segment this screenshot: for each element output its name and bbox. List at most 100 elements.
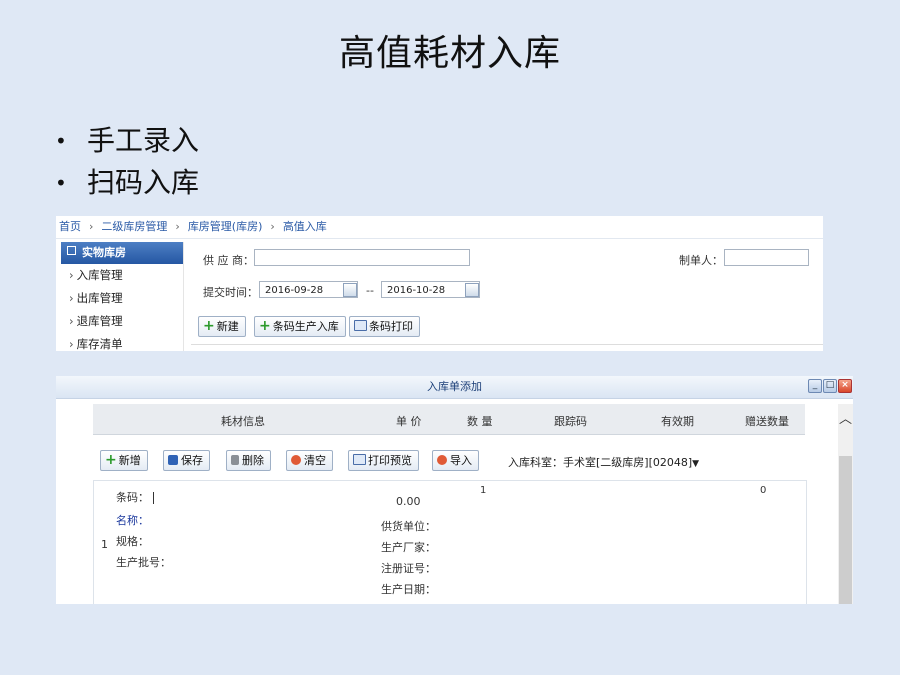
new-button[interactable]: + 新建 — [198, 316, 246, 337]
breadcrumb: 首页 › 二级库房管理 › 库房管理(库房) › 高值入库 — [56, 216, 823, 239]
gift-quantity-value[interactable]: 0 — [760, 485, 766, 496]
print-preview-button[interactable]: 打印预览 — [348, 450, 419, 471]
add-button-label: 新增 — [118, 454, 141, 467]
inbound-add-dialog-screenshot: 入库单添加 _ □ × 耗材信息 单 价 数 量 跟踪码 有效期 赠送数量 ︿ … — [56, 376, 853, 604]
printer-icon — [353, 454, 366, 465]
unit-price-value[interactable]: 0.00 — [396, 495, 421, 508]
dept-value: 手术室[二级库房][02048] — [563, 456, 693, 469]
batch-label: 生产批号： — [116, 556, 171, 569]
date-separator: -- — [366, 284, 374, 297]
inbound-list-screenshot: 首页 › 二级库房管理 › 库房管理(库房) › 高值入库 实物库房 › 入库管理 › 出库管理… — [56, 216, 823, 351]
chevron-right-icon: › — [69, 268, 74, 282]
sidebar-item-return[interactable]: › 退库管理 — [61, 310, 183, 333]
clear-button[interactable]: 清空 — [286, 450, 333, 471]
close-icon[interactable]: × — [838, 379, 852, 393]
creator-label: 制单人： — [679, 254, 723, 267]
column-header: 赠送数量 — [745, 415, 789, 428]
submit-time-label: 提交时间： — [203, 286, 258, 299]
barcode-inbound-label: 条码生产入库 — [272, 320, 339, 333]
dept-label: 入库科室： — [508, 456, 563, 469]
trash-icon — [231, 455, 239, 465]
dropdown-arrow-icon: ▼ — [692, 459, 700, 469]
import-button-label: 导入 — [450, 454, 472, 467]
column-header: 有效期 — [661, 415, 694, 428]
chevron-up-icon[interactable]: ︿ — [839, 408, 852, 427]
spec-label: 规格： — [116, 535, 149, 548]
supplier-input[interactable] — [254, 249, 470, 266]
column-header: 数 量 — [467, 415, 493, 428]
bullet-text: 扫码入库 — [87, 166, 200, 199]
column-header: 耗材信息 — [221, 415, 265, 428]
row-index: 1 — [101, 538, 108, 551]
sidebar-item-label: 出库管理 — [76, 291, 123, 305]
new-button-label: 新建 — [216, 320, 239, 333]
maximize-icon[interactable]: □ — [823, 379, 837, 393]
save-icon — [168, 455, 178, 465]
calendar-icon[interactable] — [343, 283, 357, 297]
bullet-dot: • — [55, 171, 67, 195]
breadcrumb-secondary-warehouse[interactable]: 二级库房管理 — [101, 220, 167, 233]
clear-button-label: 清空 — [304, 454, 326, 467]
manufacturer-label: 生产厂家： — [381, 541, 436, 554]
sidebar-item-label: 退库管理 — [76, 314, 123, 328]
breadcrumb-home[interactable]: 首页 — [59, 220, 81, 233]
sidebar-item-inbound[interactable]: › 入库管理 — [61, 264, 183, 287]
creator-input[interactable] — [724, 249, 809, 266]
chevron-right-icon: › — [270, 220, 275, 233]
text-cursor — [153, 492, 154, 504]
collapse-icon — [67, 246, 76, 255]
bullet-item: • 手工录入 — [55, 120, 199, 162]
sidebar-header[interactable]: 实物库房 — [61, 242, 183, 264]
quantity-value[interactable]: 1 — [480, 485, 486, 496]
calendar-icon[interactable] — [465, 283, 479, 297]
column-header: 跟踪码 — [554, 415, 587, 428]
breadcrumb-warehouse[interactable]: 库房管理(库房) — [188, 220, 263, 233]
dept-selector[interactable]: 入库科室：手术室[二级库房][02048]▼ — [508, 454, 699, 470]
barcode-inbound-button[interactable]: + 条码生产入库 — [254, 316, 346, 337]
supplier-unit-label: 供货单位： — [381, 520, 436, 533]
clear-icon — [291, 455, 301, 465]
bullet-list: • 手工录入 • 扫码入库 — [55, 120, 199, 204]
sidebar-item-outbound[interactable]: › 出库管理 — [61, 287, 183, 310]
plus-icon: + — [259, 318, 271, 334]
barcode-label: 条码： — [116, 491, 149, 504]
printer-icon — [354, 320, 367, 331]
sidebar-header-label: 实物库房 — [82, 246, 126, 259]
import-button[interactable]: 导入 — [432, 450, 479, 471]
sidebar-item-stock-list[interactable]: › 库存清单 — [61, 333, 183, 351]
sidebar-item-label: 库存清单 — [76, 337, 123, 351]
chevron-right-icon: › — [69, 337, 74, 351]
divider — [191, 344, 823, 345]
import-icon — [437, 455, 447, 465]
sidebar-item-label: 入库管理 — [76, 268, 123, 282]
registration-no-label: 注册证号： — [381, 562, 436, 575]
chevron-right-icon: › — [89, 220, 94, 233]
bullet-dot: • — [55, 129, 67, 153]
bullet-text: 手工录入 — [87, 124, 200, 157]
chevron-right-icon: › — [69, 291, 74, 305]
table-row: 1 条码： 名称： 规格： 生产批号： 0.00 1 0 供货单位： 生产厂家：… — [93, 480, 807, 604]
scrollbar[interactable]: ︿ — [838, 404, 853, 604]
add-button[interactable]: + 新增 — [100, 450, 148, 471]
bullet-item: • 扫码入库 — [55, 162, 199, 204]
print-preview-label: 打印预览 — [368, 454, 412, 467]
slide-title: 高值耗材入库 — [338, 33, 561, 74]
plus-icon: + — [105, 452, 117, 468]
delete-button[interactable]: 删除 — [226, 450, 271, 471]
delete-button-label: 删除 — [242, 454, 264, 467]
barcode-field[interactable]: 条码： — [116, 489, 154, 505]
name-label: 名称： — [116, 514, 149, 527]
barcode-print-button[interactable]: 条码打印 — [349, 316, 420, 337]
save-button[interactable]: 保存 — [163, 450, 210, 471]
sidebar: 实物库房 › 入库管理 › 出库管理 › 退库管理 › 库存清单 — [61, 242, 184, 351]
barcode-print-label: 条码打印 — [369, 320, 413, 333]
save-button-label: 保存 — [181, 454, 203, 467]
scrollbar-thumb[interactable] — [839, 456, 852, 604]
dialog-title: 入库单添加 — [56, 376, 853, 399]
chevron-right-icon: › — [175, 220, 180, 233]
chevron-right-icon: › — [69, 314, 74, 328]
supplier-label: 供 应 商： — [203, 254, 254, 267]
minimize-icon[interactable]: _ — [808, 379, 822, 393]
column-header: 单 价 — [396, 415, 422, 428]
breadcrumb-high-value-inbound[interactable]: 高值入库 — [283, 220, 327, 233]
